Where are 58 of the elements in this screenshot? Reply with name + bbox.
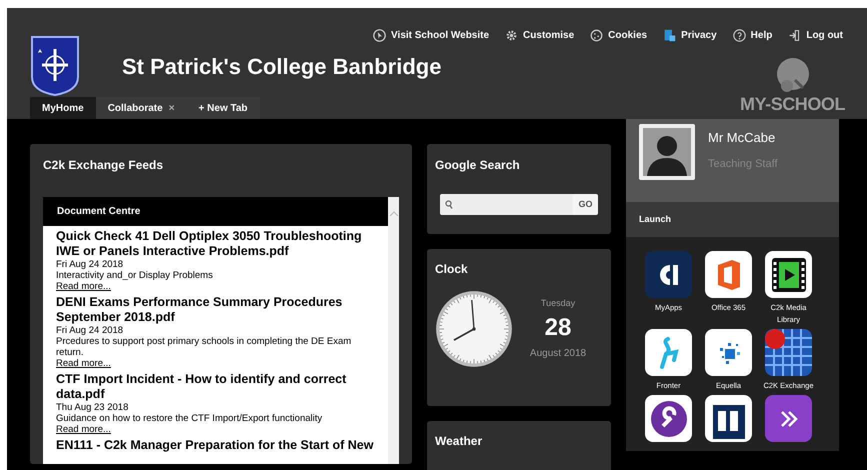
app-tile-icon[interactable]	[645, 251, 692, 298]
my-school-logo: MY-SCHOOL	[740, 93, 845, 116]
chevrons-icon[interactable]	[765, 395, 812, 442]
film-play-icon[interactable]	[765, 251, 812, 298]
read-more-link[interactable]: Read more...	[56, 358, 111, 370]
tab-label: + New Tab	[198, 102, 248, 116]
user-name: Mr McCabe	[708, 129, 776, 147]
document-title[interactable]: EN111 - C2k Manager Preparation for the Start of New	[56, 438, 375, 453]
search-icon	[445, 200, 453, 209]
header-link[interactable]: Cookies	[590, 28, 648, 43]
header-link[interactable]: Privacy	[663, 28, 717, 43]
section-header: Document Centre	[43, 197, 388, 226]
read-more-link[interactable]: Read more...	[56, 281, 111, 293]
document-description: Prcedures to support post primary schools in completing the DE Exam return.	[56, 336, 352, 358]
tab-label: Collaborate	[108, 102, 163, 116]
panel-title: Google Search	[435, 157, 521, 174]
header-link[interactable]: Visit School Website	[373, 28, 490, 43]
day-number: 28	[544, 316, 572, 340]
document-lock-icon	[663, 29, 676, 42]
grid-icon[interactable]	[765, 329, 812, 376]
panel-title: Weather	[435, 433, 484, 450]
weekday: Tuesday	[540, 296, 576, 310]
document-title[interactable]: DENI Exams Performance Summary Procedures September 2018.pdf	[56, 295, 375, 325]
document-title[interactable]: Quick Check 41 Dell Optiplex 3050 Troubleshooting IWE or Panels Interactive Problems.pdf	[56, 229, 375, 259]
panel-title: C2k Exchange Feeds	[43, 157, 164, 174]
search-field[interactable]	[440, 194, 573, 215]
office-logo-icon[interactable]	[705, 251, 752, 298]
month-year: August 2018	[530, 347, 586, 362]
close-tab-button[interactable]: ×	[168, 100, 175, 116]
panel-title: Clock	[435, 261, 469, 278]
avatar-silhouette-icon	[639, 124, 695, 180]
logout-icon	[788, 29, 802, 42]
school-name: St Patrick's College Banbridge	[122, 52, 442, 81]
tab-label: MyHome	[42, 102, 84, 116]
school-crest-icon	[30, 35, 80, 97]
cookie-icon	[590, 29, 604, 42]
tab[interactable]: Collaborate ×	[96, 97, 187, 119]
cursor-icon	[373, 29, 386, 42]
scrollbar[interactable]	[388, 197, 399, 464]
help-icon	[732, 29, 746, 42]
document-description: Guidance on how to restore the CTF Import/Export functionality	[56, 413, 324, 424]
squares-icon[interactable]	[705, 329, 752, 376]
go-button[interactable]: GO	[573, 194, 598, 215]
analog-clock-icon	[435, 290, 513, 368]
read-more-link[interactable]: Read more...	[56, 424, 111, 436]
settings-icon	[505, 29, 518, 42]
document-date: Thu Aug 23 2018	[56, 402, 130, 413]
tab[interactable]: + New Tab	[186, 97, 260, 119]
launch-title: Launch	[639, 212, 672, 226]
document-date: Fri Aug 24 2018	[56, 259, 124, 270]
header-link[interactable]: Log out	[788, 28, 843, 43]
document-date: Fri Aug 24 2018	[56, 325, 124, 336]
document-description: Interactivity and_or Display Problems	[56, 270, 214, 281]
header-link[interactable]: Help	[732, 28, 772, 43]
tab[interactable]: MyHome	[30, 97, 96, 119]
document-title[interactable]: CTF Import Incident - How to identify and correct data.pdf	[56, 372, 375, 402]
ribbon-icon[interactable]	[645, 329, 692, 376]
header-link[interactable]: Customise	[505, 28, 574, 43]
